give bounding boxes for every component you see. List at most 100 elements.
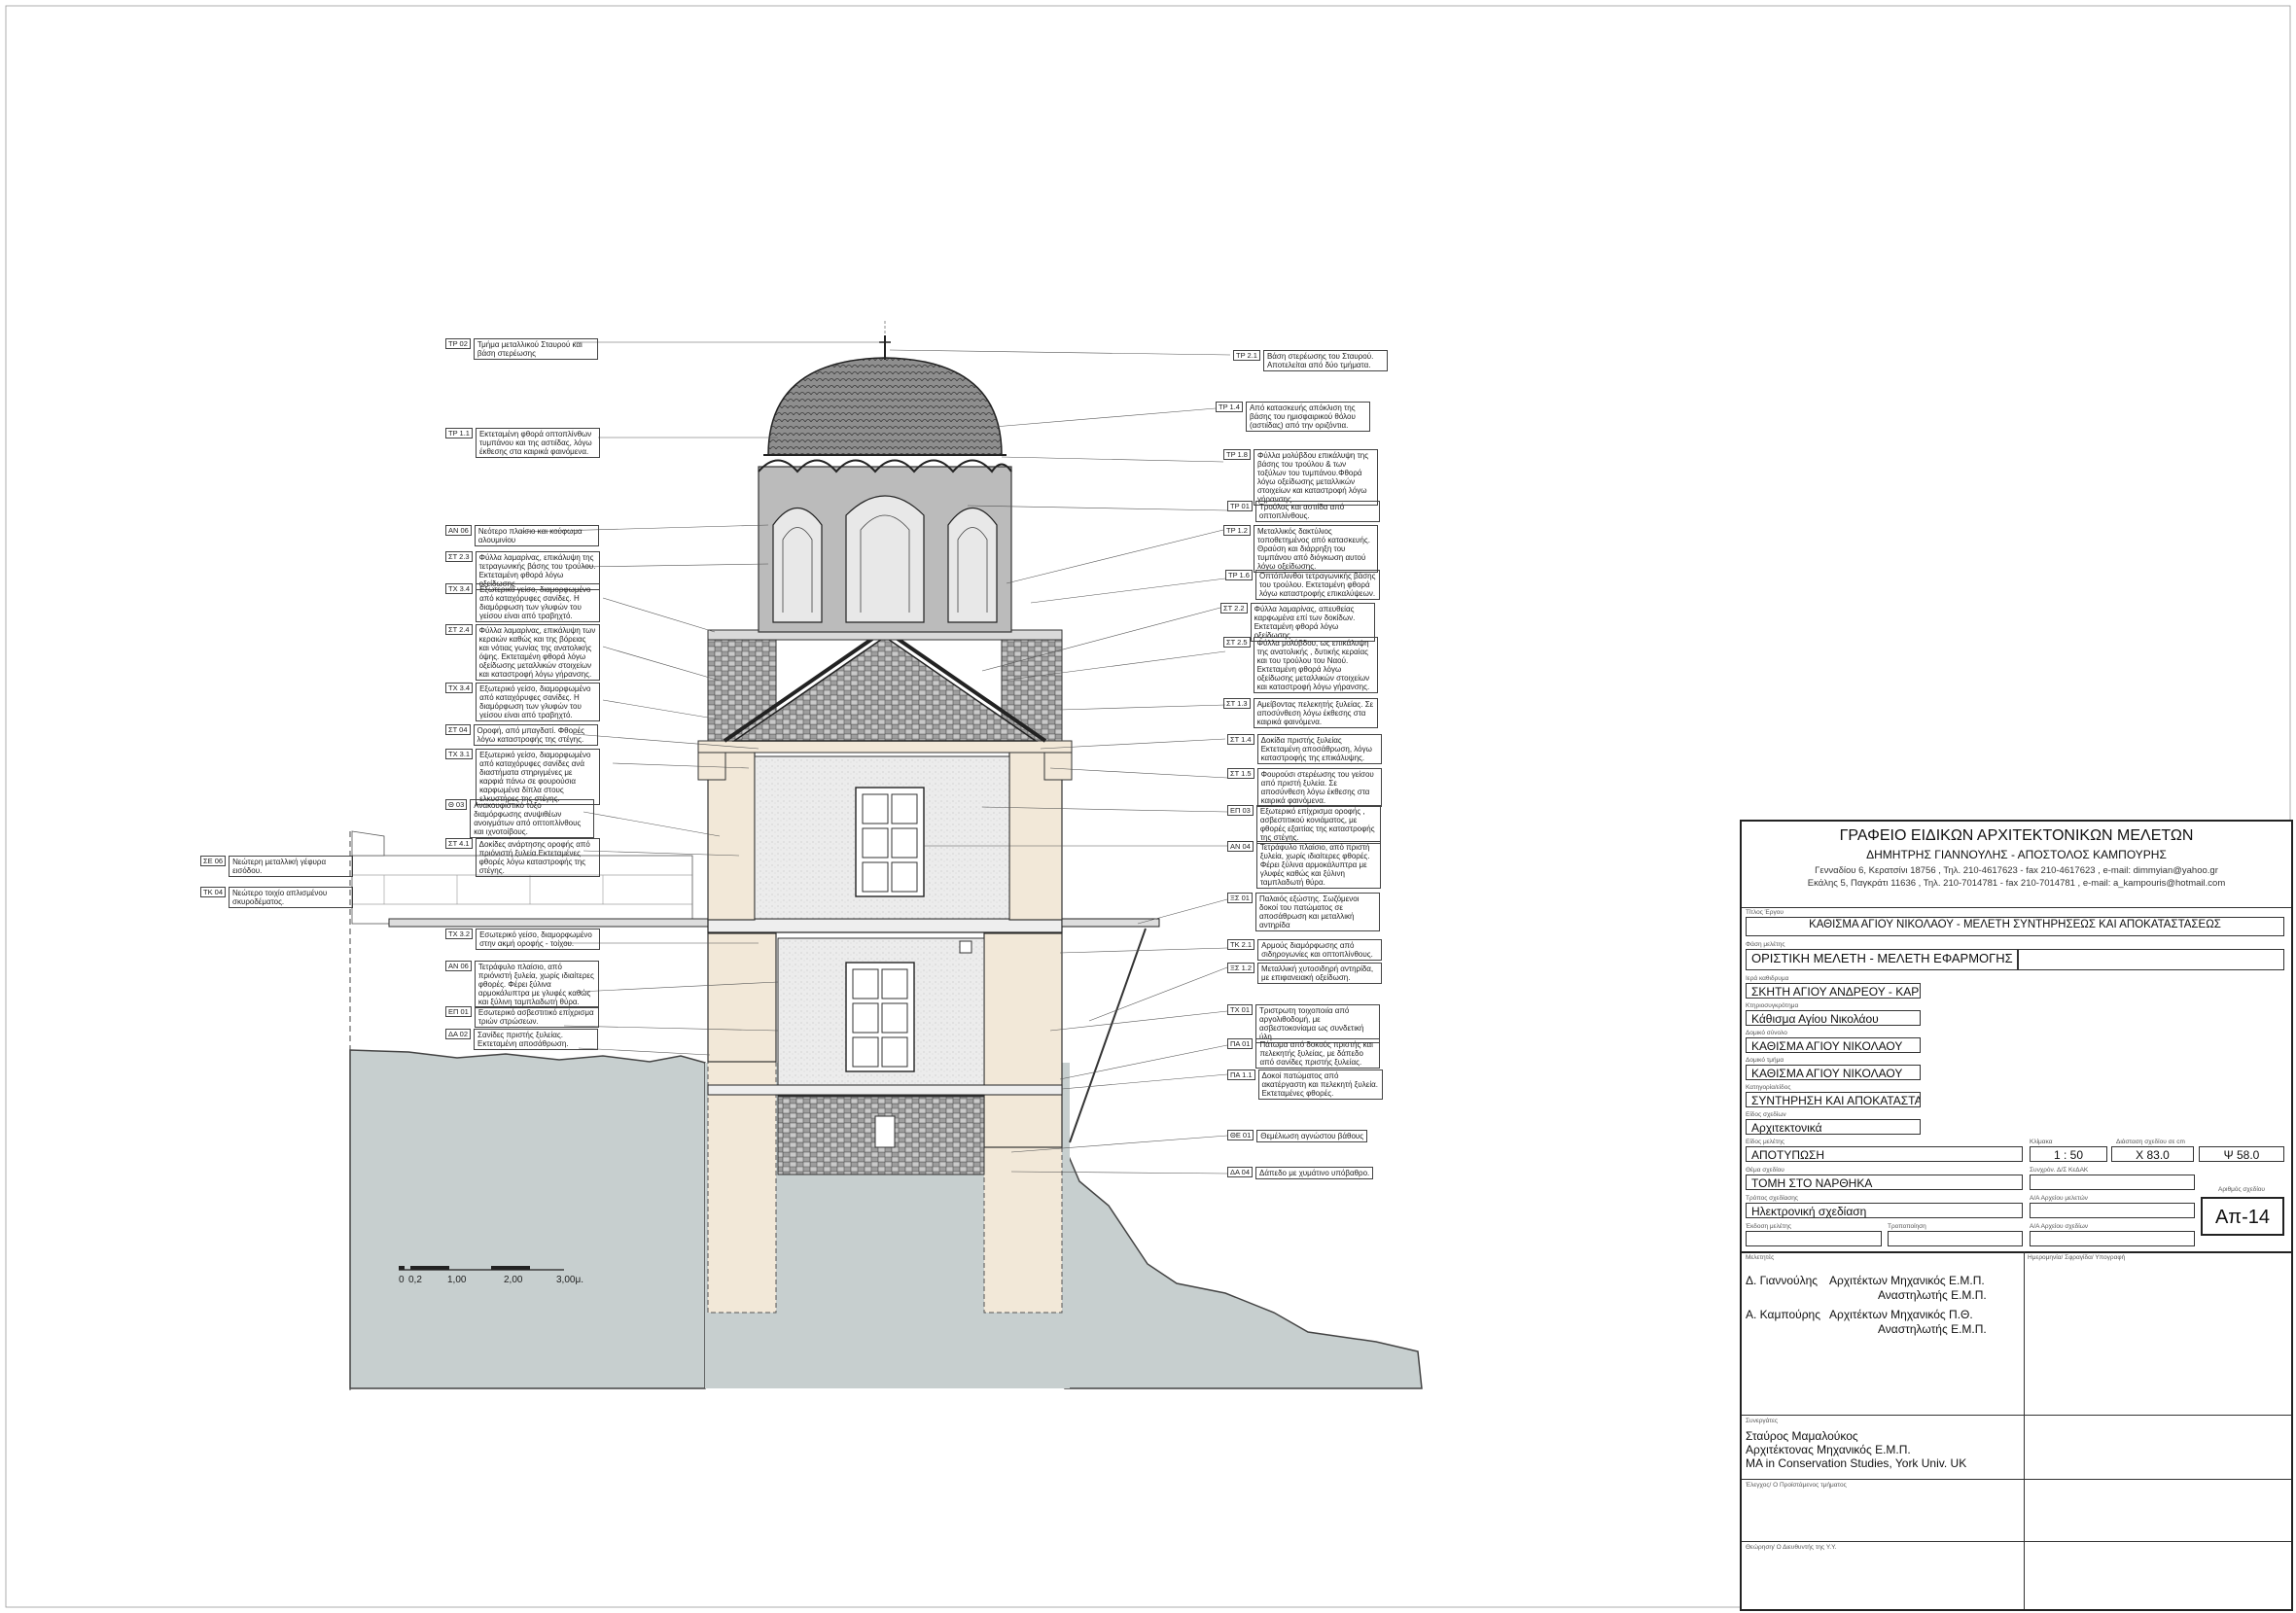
annotation-code: ΣΤ 2.2	[1220, 603, 1248, 614]
annotation-text: Φύλλα μολύβδου επικάλυψη της βάσης του τ…	[1253, 449, 1378, 506]
annotation-text: Εκτεταμένη φθορά οπτοπλίνθων τυμπάνου κα…	[475, 428, 600, 458]
signature-label: Ημερομηνία/ Σφραγίδα/ Υπογραφή	[2028, 1254, 2126, 1261]
annotation-code: ΤΧ 3.1	[445, 749, 474, 759]
annotation-code: ΠΑ 1.1	[1227, 1069, 1255, 1080]
annotation-text: Φουρούσι στερέωσης του γείσου από πριστή…	[1256, 768, 1382, 807]
annotation-text: Δοκίδες ανάρτησης οροφής από πριόνιστή ξ…	[475, 838, 600, 877]
designer-2-title-1: Αρχιτέκτων Μηχανικός Π.Θ.	[1829, 1308, 1973, 1321]
annotation-code: ΤΡ 2.1	[1233, 350, 1260, 361]
annotation-code: ΞΣ 1.2	[1227, 963, 1255, 973]
left-annotation: ΣΤ 04 Οροφή, από μπαγδατί. Φθορές λόγω κα…	[445, 724, 598, 746]
annotation-code: ΣΤ 1.3	[1223, 698, 1251, 709]
annotation-text: Σανίδες πριστής ξυλείας. Εκτεταμένη αποσ…	[474, 1029, 599, 1050]
drawing-type-label: Είδος σχεδίων	[1746, 1111, 1786, 1118]
drawing-no-label: Αριθμός σχεδίου	[2218, 1186, 2265, 1193]
drum-arches	[772, 495, 998, 623]
monastery-label: Ιερά καθιδρυμα	[1746, 975, 1789, 982]
project-title: ΚΑΘΙΣΜΑ ΑΓΙΟΥ ΝΙΚΟΛΑΟΥ - ΜΕΛΕΤΗ ΣΥΝΤΗΡΗΣ…	[1746, 917, 2284, 936]
left-annotation: ΤΡ 02 Τμήμα μεταλλικού Σταυρού και βάση σ…	[445, 338, 598, 360]
phase-extra	[2018, 949, 2284, 970]
annotation-text: Εσωτερικό γείσο, διαμορφωμένο στην ακμή …	[476, 929, 601, 950]
dome	[767, 357, 1003, 456]
scale-label-1: 1,00	[447, 1275, 467, 1285]
annotation-text: Οροφή, από μπαγδατί. Φθορές λόγω καταστρ…	[473, 724, 598, 746]
annotation-text: Δάπεδο με χυμάτινο υπόβαθρο.	[1255, 1167, 1374, 1179]
right-annotation: ΤΡ 01 Τρούλος και αστιίδα από οπτοπλίνθου…	[1227, 501, 1380, 522]
right-annotation: ΑΝ 04 Τετράφυλο πλαίσιο, από πριστή ξυλεί…	[1227, 841, 1381, 889]
office-address-1: Γενναδίου 6, Κερατσίνι 18756 , Τηλ. 210-…	[1815, 865, 2218, 876]
annotation-text: Τετράφυλο πλαίσιο, από πριόνιστή ξυλεία,…	[474, 961, 599, 1008]
right-annotation: ΤΡ 2.1 Βάση στερέωσης του Σταυρού. Αποτελ…	[1233, 350, 1388, 371]
check-label: Έλεγχος/ Ο Προϊστάμενος τμήματος	[1746, 1482, 1847, 1489]
left-annotation: ΕΠ 01 Εσωτερικό ασβεστιτικό επίχρισμα τρι…	[445, 1006, 599, 1028]
annotation-code: ΣΤ 2.4	[445, 624, 473, 635]
complex-label: Κτηριοσυγκρότημα	[1746, 1002, 1799, 1009]
archive-label: Α/Α Αρχείου μελετών	[2030, 1195, 2088, 1202]
annotation-code: ΣΤ 2.5	[1223, 637, 1251, 648]
annotation-code: ΤΧ 3.4	[445, 683, 474, 693]
building-value: ΚΑΘΙΣΜΑ ΑΓΙΟΥ ΝΙΚΟΛΑΟΥ	[1746, 1037, 1921, 1053]
annotation-text: Βάση στερέωσης του Σταυρού. Αποτελείται …	[1262, 350, 1388, 371]
left-annotation: ΣΤ 4.1 Δοκίδες ανάρτησης οροφής από πριόν…	[445, 838, 600, 877]
scale-ref-value	[2030, 1175, 2195, 1190]
lower-wall-left	[707, 932, 777, 1063]
left-annotation: ΤΧ 3.4 Εξωτερικό γείσο, διαμορφωμένο από …	[445, 683, 601, 721]
annotation-code: ΕΠ 03	[1227, 805, 1254, 816]
annotation-code: ΣΤ 1.4	[1227, 734, 1254, 745]
right-annotation: ΕΠ 03 Εξωτερικό επίχρισμα οροφής , ασβεστ…	[1227, 805, 1381, 844]
annotation-text: Παλαιός εξώστης. Σωζόμενοι δοκοί του πατ…	[1254, 893, 1380, 931]
annotation-text: Εξωτερικό γείσο, διαμορφωμένο από καταχό…	[476, 683, 601, 721]
scale-label-2: 2,00	[504, 1275, 523, 1285]
annotation-text: Τμήμα μεταλλικού Σταυρού και βάση στερέω…	[473, 338, 598, 360]
lower-door	[845, 962, 915, 1072]
part-label: Δομικό τμήμα	[1746, 1057, 1784, 1064]
annotation-code: ΤΡ 01	[1227, 501, 1253, 511]
annotation-text: Νεώτερη μεταλλική γέφυρα εισόδου.	[229, 856, 354, 877]
part-value: ΚΑΘΙΣΜΑ ΑΓΙΟΥ ΝΙΚΟΛΑΟΥ	[1746, 1065, 1921, 1080]
gable-pediment	[731, 636, 1039, 742]
right-annotation: ΤΡ 1.4 Από κατασκευής απόκλιση της βάσης …	[1216, 402, 1370, 432]
drawing-type-value: Αρχιτεκτονικά	[1746, 1119, 1921, 1135]
right-annotation: ΠΑ 01 Πάτωμα από δοκούς πριστής και πελεκ…	[1227, 1038, 1381, 1069]
designer-1-title-1: Αρχιτέκτων Μηχανικός Ε.Μ.Π.	[1829, 1274, 1985, 1287]
left-annotation: ΣΕ 06 Νεώτερη μεταλλική γέφυρα εισόδου.	[200, 856, 354, 877]
annotation-code: Θ 03	[445, 799, 468, 810]
dims-label: Διάσταση σχεδίου σε cm	[2116, 1139, 2185, 1145]
annotation-code: ΤΚ 2.1	[1227, 939, 1255, 950]
annotation-text: Εξωτερικό γείσο, διαμορφωμένο από καταχό…	[476, 749, 601, 805]
left-annotation: ΤΡ 1.1 Εκτεταμένη φθορά οπτοπλίνθων τυμπά…	[445, 428, 600, 458]
annotation-text: Θεμέλιωση αγνώστου βάθους	[1256, 1130, 1368, 1142]
ground-section	[349, 1049, 706, 1389]
annotation-code: ΞΣ 01	[1227, 893, 1253, 903]
annotation-code: ΤΡ 1.2	[1223, 525, 1251, 536]
right-annotation: ΤΡ 1.8 Φύλλα μολύβδου επικάλυψη της βάσης…	[1223, 449, 1378, 506]
left-annotation: Θ 03 Ανακουφιστικό τόξο διαμόρφωσης ανυψι…	[445, 799, 595, 838]
issue-value	[1746, 1231, 1882, 1246]
annotation-text: Μεταλλική χυτοσιδηρή αντηρίδα, με επιφαν…	[1257, 963, 1383, 984]
annotation-text: Εξωτερικό επίχρισμα οροφής , ασβεστιτικο…	[1255, 805, 1381, 844]
annotation-code: ΣΤ 1.5	[1227, 768, 1254, 779]
designer-2-name: Α. Καμπούρης	[1746, 1308, 1821, 1321]
annotation-code: ΤΧ 3.4	[445, 583, 474, 594]
annotation-text: Αρμούς διαμόρφωσης από σιδηρογωνίες και …	[1257, 939, 1383, 961]
category-value: ΣΥΝΤΗΡΗΣΗ ΚΑΙ ΑΠΟΚΑΤΑΣΤΑΣΗ	[1746, 1092, 1921, 1107]
annotation-code: ΘΕ 01	[1227, 1130, 1254, 1140]
phase-label: Φάση μελέτης	[1746, 941, 1785, 948]
annotation-text: Μεταλλικός δακτύλιος τοποθετημένος από κ…	[1253, 525, 1378, 573]
right-annotation: ΣΤ 1.4 Δοκίδα πριστής ξυλείας Εκτεταμένη …	[1227, 734, 1382, 764]
annotation-text: Πάτωμα από δοκούς πριστής και πελεκητής …	[1255, 1038, 1381, 1069]
roof-beam	[697, 740, 1073, 754]
right-annotation: ΞΣ 1.2 Μεταλλική χυτοσιδηρή αντηρίδα, με …	[1227, 963, 1383, 984]
designers-label: Μελετητές	[1746, 1254, 1775, 1261]
monastery-value: ΣΚΗΤΗ ΑΓΙΟΥ ΑΝΔΡΕΟΥ - ΚΑΡΥΕΣ	[1746, 983, 1921, 999]
method-value: Ηλεκτρονική σχεδίαση	[1746, 1203, 2023, 1218]
annotation-code: ΑΝ 06	[445, 525, 472, 536]
bridge-deck	[388, 918, 711, 928]
office-title: ΓΡΑΦΕΙΟ ΕΙΔΙΚΩΝ ΑΡΧΙΤΕΚΤΟΝΙΚΩΝ ΜΕΛΕΤΩΝ	[1839, 827, 2194, 844]
collaborator-name: Σταύρος Μαμαλούκος	[1746, 1429, 1858, 1443]
left-annotation: ΔΑ 02 Σανίδες πριστής ξυλείας. Εκτεταμένη…	[445, 1029, 599, 1050]
annotation-text: Δοκίδα πριστής ξυλείας Εκτεταμένη αποσάθ…	[1256, 734, 1382, 764]
office-address-2: Εκάλης 5, Παγκράτι 11636 , Τηλ. 210-7014…	[1807, 878, 2226, 889]
left-annotation: ΣΤ 2.4 Φύλλα λαμαρίνας, επικάλυψη των κερ…	[445, 624, 600, 681]
left-annotation: ΤΚ 04 Νεώτερο τοιχίο απλισμένου σκυροδέμα…	[200, 887, 354, 908]
